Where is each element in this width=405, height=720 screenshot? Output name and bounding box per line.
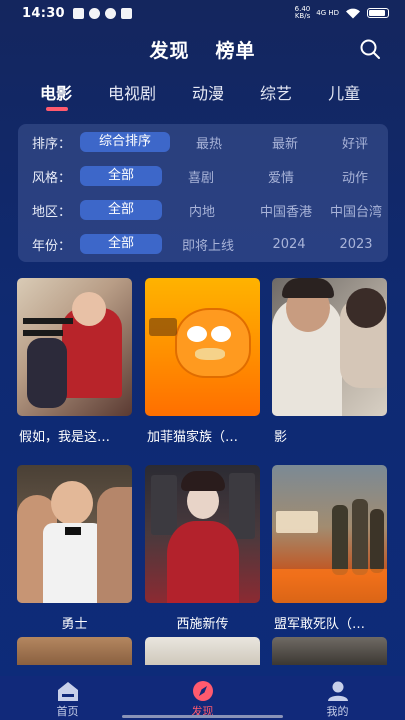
bottom-nav: 首页 发现 我的 [0,676,405,720]
battery-icon [367,8,389,18]
movie-card[interactable]: 勇士 [17,465,132,632]
movie-poster-partial[interactable] [17,637,132,665]
clipboard-icon [72,7,84,19]
movie-title: 加菲猫家族（… [147,430,239,445]
home-icon [57,682,78,701]
movie-title: 影 [274,430,288,445]
movie-poster-partial[interactable] [145,637,260,665]
movie-title: 西施新传 [176,617,229,632]
wifi-icon [346,8,360,18]
top-header: 发现 榜单 [0,30,405,68]
movie-card[interactable]: 盟军敢死队（… [272,465,387,632]
category-tabs: 电影 电视剧 动漫 综艺 儿童 [0,80,405,114]
sync-icon [88,7,100,19]
filter-option[interactable]: 动作 [322,167,388,186]
network-speed: 6.40 KB/s [294,5,311,20]
filter-option[interactable]: 好评 [322,133,388,152]
status-bar: 14:30 6.40 KB/s 4G HD [0,0,405,26]
movie-card[interactable]: 影 [272,278,387,445]
movie-poster[interactable] [145,465,260,603]
filter-option[interactable]: 全部 [80,234,162,254]
category-tab-tv[interactable]: 电视剧 [108,80,156,104]
nav-item-discover[interactable]: 发现 [135,676,270,720]
movie-title: 假如，我是这… [19,430,111,445]
movie-poster-partial[interactable] [272,637,387,665]
filter-option[interactable]: 喜剧 [162,167,240,186]
filter-option[interactable]: 综合排序 [80,132,170,152]
movie-poster[interactable] [272,278,387,416]
filter-option[interactable]: 爱情 [240,167,322,186]
mail-icon [120,7,132,19]
filter-label: 排序： [32,136,72,152]
movie-poster[interactable] [272,465,387,603]
movie-title: 盟军敢死队（… [274,617,366,632]
nav-item-profile[interactable]: 我的 [270,676,405,720]
filter-option[interactable]: 即将上线 [162,235,254,254]
filter-option[interactable]: 中国台湾 [330,201,388,220]
movie-title: 勇士 [61,617,88,632]
movie-poster[interactable] [145,278,260,416]
movie-poster[interactable] [17,278,132,416]
filter-row-region: 地区： 全部 内地 中国香港 中国台湾 [18,198,388,222]
tab-ranking[interactable]: 榜单 [216,36,256,63]
search-icon[interactable] [359,38,381,60]
network-type: 4G HD [316,8,339,17]
movie-card[interactable]: 西施新传 [145,465,260,632]
user-icon [327,681,348,701]
filter-option[interactable]: 全部 [80,166,162,186]
nav-label: 首页 [56,705,79,718]
nav-label: 我的 [326,705,349,718]
filter-row-year: 年份： 全部 即将上线 2024 2023 [18,232,388,256]
category-tab-anime[interactable]: 动漫 [192,80,224,104]
filter-option[interactable]: 2024 [254,237,324,252]
status-time: 14:30 [22,5,65,21]
category-tab-kids[interactable]: 儿童 [328,80,360,104]
filter-label: 年份： [32,238,72,254]
compass-icon [192,681,213,701]
filter-panel: 排序： 综合排序 最热 最新 好评 风格： 全部 喜剧 爱情 动作 地区： 全部… [18,124,388,262]
category-tab-variety[interactable]: 综艺 [260,80,292,104]
filter-option[interactable]: 内地 [162,201,242,220]
chat-icon [104,7,116,19]
filter-option[interactable]: 中国香港 [242,201,330,220]
movie-poster[interactable] [17,465,132,603]
filter-option[interactable]: 最热 [170,133,248,152]
movie-card[interactable]: 加菲猫家族（… [145,278,260,445]
filter-option[interactable]: 最新 [248,133,322,152]
filter-label: 风格： [32,170,72,186]
home-indicator[interactable] [122,715,283,718]
filter-option[interactable]: 全部 [80,200,162,220]
category-tab-movie[interactable]: 电影 [40,80,72,111]
tab-discover[interactable]: 发现 [149,36,189,63]
movie-card[interactable]: 假如，我是这… [17,278,132,445]
notification-icons [72,7,132,19]
filter-option[interactable]: 2023 [324,237,388,252]
filter-label: 地区： [32,204,72,220]
filter-row-sort: 排序： 综合排序 最热 最新 好评 [18,130,388,154]
nav-item-home[interactable]: 首页 [0,676,135,720]
filter-row-style: 风格： 全部 喜剧 爱情 动作 [18,164,388,188]
